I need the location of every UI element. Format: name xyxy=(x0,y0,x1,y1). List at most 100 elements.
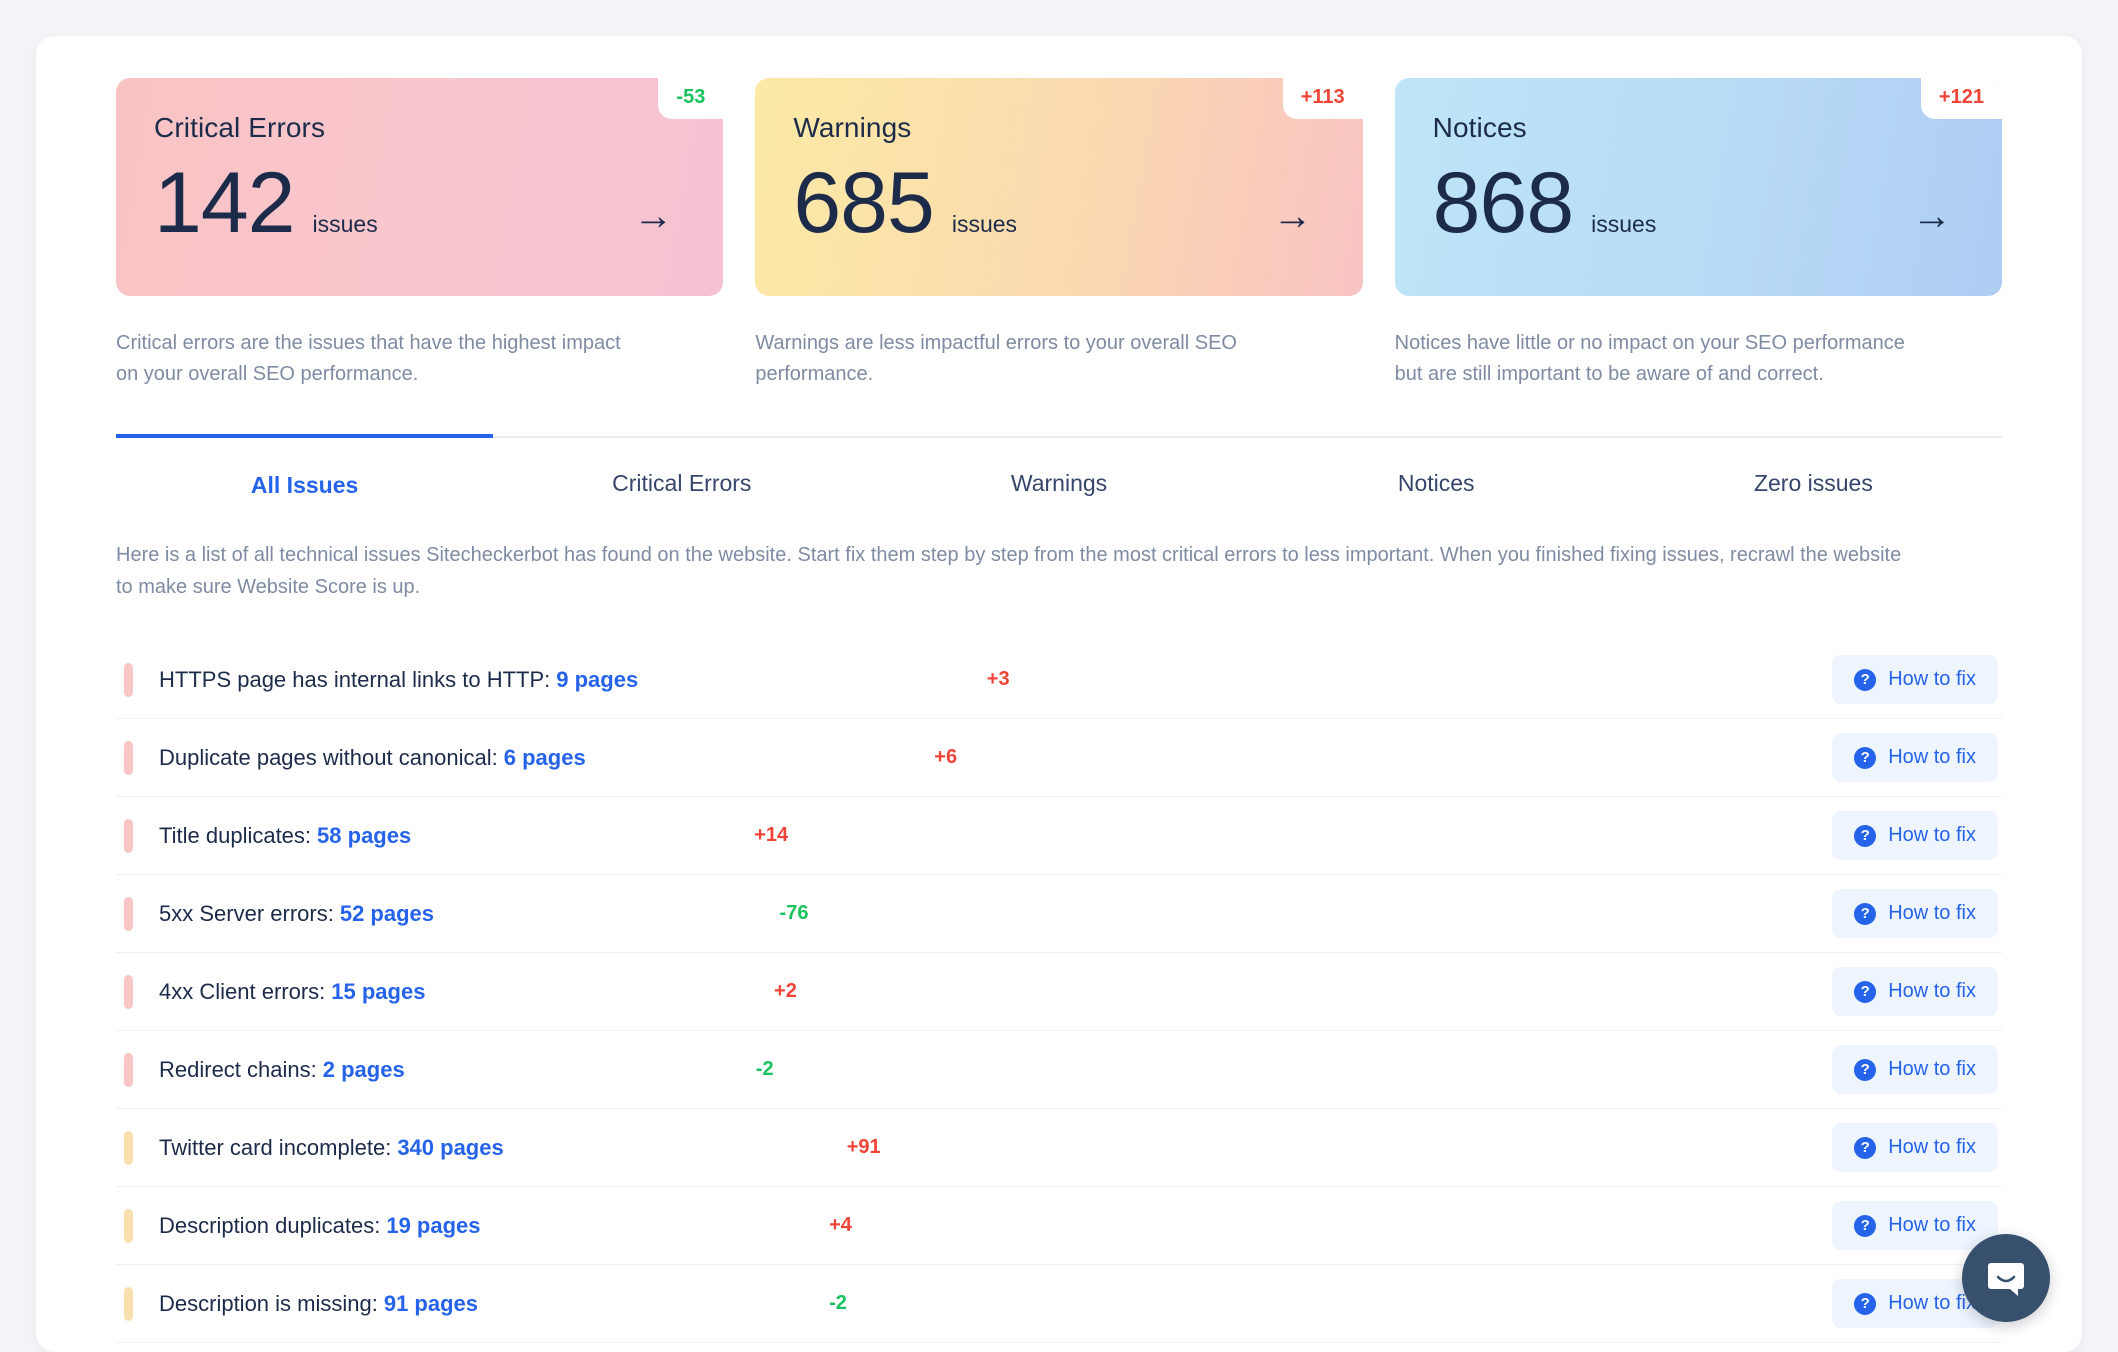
issue-pages-link[interactable]: 15 pages xyxy=(331,979,425,1004)
issue-name: Duplicate pages without canonical: xyxy=(159,744,498,770)
severity-marker-icon xyxy=(124,740,133,775)
tab-warnings[interactable]: Warnings xyxy=(870,436,1247,521)
issues-list: HTTPS page has internal links to HTTP: 9 … xyxy=(116,641,2002,1343)
how-to-fix-button[interactable]: ? How to fix xyxy=(1832,811,1998,860)
issue-change-value: +91 xyxy=(846,1136,881,1158)
how-to-fix-button[interactable]: ? How to fix xyxy=(1832,1123,1998,1172)
summary-card-tile-0[interactable]: -53 Critical Errors 142 issues → xyxy=(116,78,724,296)
issue-change-value: +2 xyxy=(774,980,797,1002)
issue-pages-link[interactable]: 91 pages xyxy=(384,1291,478,1316)
summary-card-title-2: Notices xyxy=(1432,112,1527,143)
issue-row: Description duplicates: 19 pages +4 ? How to… xyxy=(116,1187,2002,1265)
summary-card-unit-1: issues xyxy=(951,211,1018,237)
issue-pages-link[interactable]: 52 pages xyxy=(340,901,434,926)
question-mark-icon: ? xyxy=(1854,668,1877,691)
tab-all-issues[interactable]: All Issues xyxy=(116,434,494,521)
severity-marker-icon xyxy=(124,662,133,697)
issue-label: Title duplicates: 58 pages xyxy=(159,823,411,849)
issue-name: Description duplicates: xyxy=(159,1212,381,1238)
tab-notices[interactable]: Notices xyxy=(1248,436,1625,521)
summary-card-1: +113 Warnings 685 issues → Warnings are less … xyxy=(755,78,1363,390)
summary-card-unit-2: issues xyxy=(1591,211,1657,237)
tab-critical-errors[interactable]: Critical Errors xyxy=(493,436,870,521)
issue-change-value: +4 xyxy=(829,1214,852,1236)
issue-name: Title duplicates: xyxy=(159,822,312,848)
issue-label: Duplicate pages without canonical: 6 page… xyxy=(159,745,586,771)
issue-change-value: -2 xyxy=(829,1292,847,1314)
issue-label: Description is missing: 91 pages xyxy=(159,1291,478,1317)
issue-label: Twitter card incomplete: 340 pages xyxy=(159,1135,504,1161)
question-mark-icon: ? xyxy=(1854,1058,1877,1081)
issue-name: Redirect chains: xyxy=(159,1056,317,1082)
summary-card-value-row-0: 142 issues → xyxy=(154,160,685,246)
issue-pages-link[interactable]: 340 pages xyxy=(397,1135,503,1160)
how-to-fix-label: How to fix xyxy=(1888,980,1976,1002)
tab-zero-issues[interactable]: Zero issues xyxy=(1625,436,2002,521)
issue-row: Duplicate pages without canonical: 6 page… xyxy=(116,719,2002,797)
severity-marker-icon xyxy=(124,1208,133,1243)
summary-card-description-2: Notices have little or no impact on your… xyxy=(1394,332,1905,385)
issue-pages-link[interactable]: 58 pages xyxy=(317,823,411,848)
issue-change-value: -2 xyxy=(755,1058,774,1080)
summary-card-title-1: Warnings xyxy=(793,112,912,143)
summary-card-unit-0: issues xyxy=(312,211,378,237)
issue-row: 4xx Client errors: 15 pages +2 ? How to fix xyxy=(116,953,2002,1031)
question-mark-icon: ? xyxy=(1854,824,1877,847)
issue-pages-link[interactable]: 6 pages xyxy=(504,745,586,770)
summary-card-value-2: 868 xyxy=(1432,155,1574,251)
chat-bubble-icon xyxy=(1988,1263,2024,1296)
how-to-fix-label: How to fix xyxy=(1888,1136,1976,1158)
question-mark-icon: ? xyxy=(1854,746,1877,769)
issue-label: Redirect chains: 2 pages xyxy=(159,1057,405,1083)
page-background: -53 Critical Errors 142 issues → Critical err… xyxy=(0,0,2118,1352)
how-to-fix-button[interactable]: ? How to fix xyxy=(1832,1201,1998,1250)
summary-card-tile-2[interactable]: +121 Notices 868 issues → xyxy=(1394,78,2002,296)
issue-row: Twitter card incomplete: 340 pages +91 ? How… xyxy=(116,1109,2002,1187)
issue-pages-link[interactable]: 19 pages xyxy=(386,1213,480,1238)
summary-card-arrow-icon-1[interactable]: → xyxy=(1273,196,1313,236)
how-to-fix-label: How to fix xyxy=(1888,824,1976,846)
severity-marker-icon xyxy=(124,1286,133,1321)
summary-card-value-wrap-0: 142 issues xyxy=(154,160,378,246)
how-to-fix-label: How to fix xyxy=(1888,1214,1976,1236)
issue-name: 4xx Client errors: xyxy=(159,978,326,1004)
chat-launcher-button[interactable] xyxy=(1962,1234,2050,1322)
summary-card-tile-1[interactable]: +113 Warnings 685 issues → xyxy=(755,78,1363,296)
how-to-fix-label: How to fix xyxy=(1888,746,1976,768)
severity-marker-icon xyxy=(124,1052,133,1087)
summary-card-description-0: Critical errors are the issues that have… xyxy=(116,332,621,385)
severity-marker-icon xyxy=(124,896,133,931)
summary-card-arrow-icon-2[interactable]: → xyxy=(1912,196,1952,236)
issue-row: Title duplicates: 58 pages +14? How to fix xyxy=(116,797,2002,875)
severity-marker-icon xyxy=(124,974,133,1009)
summary-card-value-row-2: 868 issues → xyxy=(1433,160,1964,246)
how-to-fix-label: How to fix xyxy=(1888,668,1976,690)
issue-name: HTTPS page has internal links to HTTP: xyxy=(159,666,551,692)
issue-name: Twitter card incomplete: xyxy=(159,1134,392,1160)
issue-name: Description is missing: xyxy=(159,1290,378,1316)
how-to-fix-button[interactable]: ? How to fix xyxy=(1832,733,1998,782)
summary-card-delta-badge-2: +121 xyxy=(1920,78,2002,119)
summary-card-value-0: 142 xyxy=(154,155,295,251)
issue-row: 5xx Server errors: 52 pages -76? How to fix xyxy=(116,875,2002,953)
issue-tabs: All Issues Critical Errors Warnings Notices… xyxy=(116,434,2002,521)
summary-card-0: -53 Critical Errors 142 issues → Critical err… xyxy=(116,78,724,390)
how-to-fix-label: How to fix xyxy=(1888,902,1976,924)
issue-pages-link[interactable]: 2 pages xyxy=(323,1057,405,1082)
issue-row: Redirect chains: 2 pages -2? How to fix xyxy=(116,1031,2002,1109)
issue-label: Description duplicates: 19 pages xyxy=(159,1213,481,1239)
issue-change-value: +14 xyxy=(754,824,789,846)
how-to-fix-button[interactable]: ? How to fix xyxy=(1832,655,1998,704)
summary-card-arrow-icon-0[interactable]: → xyxy=(633,196,673,236)
summary-cards: -53 Critical Errors 142 issues → Critical err… xyxy=(36,36,2082,390)
how-to-fix-label: How to fix xyxy=(1888,1058,1976,1080)
issue-change-value: +6 xyxy=(934,746,958,768)
how-to-fix-button[interactable]: ? How to fix xyxy=(1832,967,1998,1016)
issue-pages-link[interactable]: 9 pages xyxy=(556,667,638,692)
summary-card-delta-badge-1: +113 xyxy=(1282,78,1363,119)
issue-row: Description is missing: 91 pages -2? How to… xyxy=(116,1265,2002,1343)
issues-intro-text: Here is a list of all technical issues S… xyxy=(116,544,1902,598)
how-to-fix-button[interactable]: ? How to fix xyxy=(1832,1045,1998,1094)
how-to-fix-button[interactable]: ? How to fix xyxy=(1832,889,1998,938)
issue-change-value: -76 xyxy=(779,902,809,924)
